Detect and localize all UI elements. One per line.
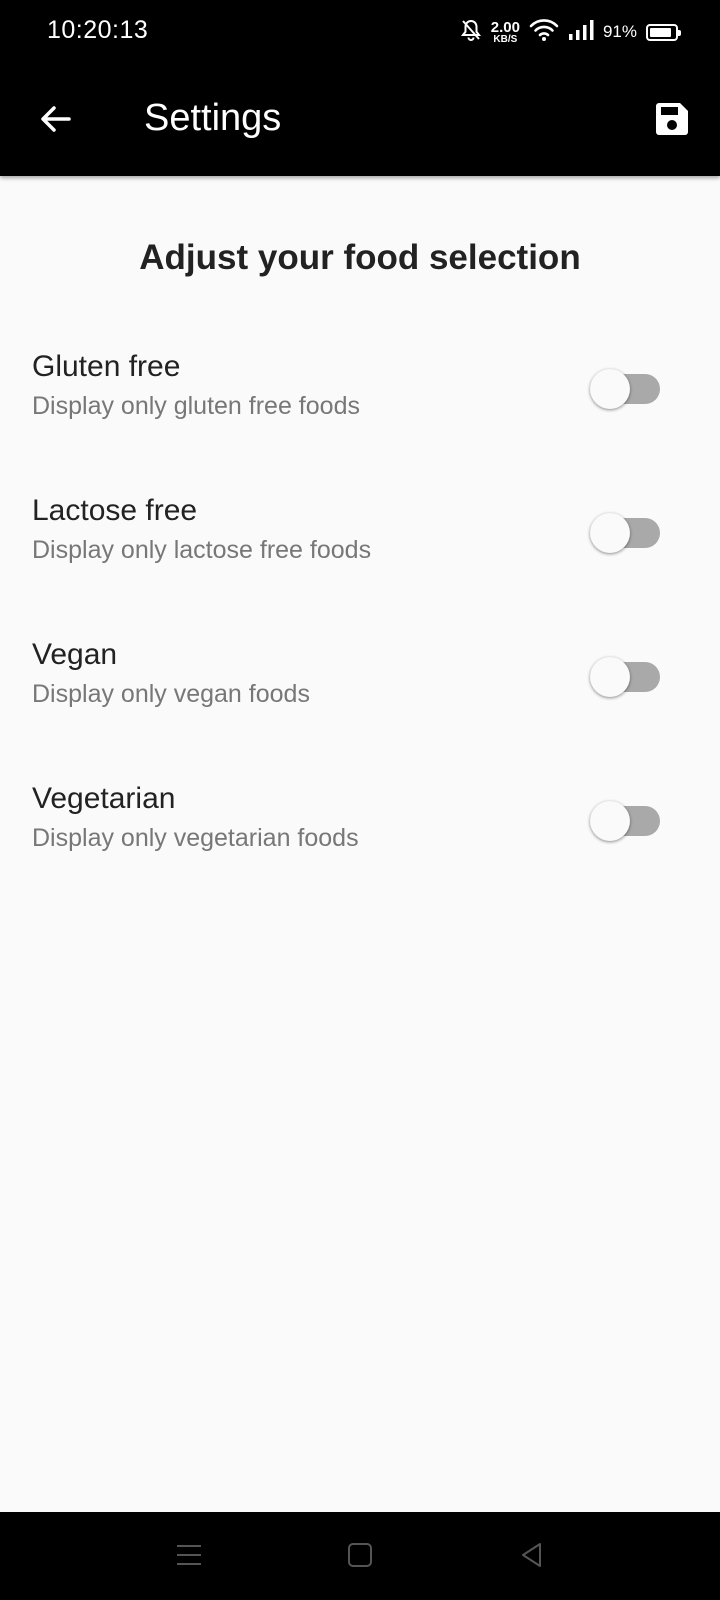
setting-subtitle: Display only vegetarian foods [32, 824, 359, 852]
arrow-left-icon [38, 101, 74, 142]
app-bar: Settings [0, 63, 720, 176]
section-heading: Adjust your food selection [139, 238, 581, 277]
nav-home-button[interactable] [335, 1532, 385, 1582]
toggle-thumb [590, 369, 630, 409]
save-button[interactable] [642, 91, 702, 151]
page-title: Settings [144, 97, 282, 139]
nav-back-button[interactable] [507, 1532, 557, 1582]
toggle-thumb [590, 657, 630, 697]
setting-title: Vegan [32, 638, 118, 671]
setting-subtitle: Display only lactose free foods [32, 536, 372, 564]
bell-off-icon [460, 18, 482, 47]
toggle-thumb [590, 801, 630, 841]
status-bar: 10:20:13 2.00 KB/S 91% [0, 0, 720, 63]
status-icons: 2.00 KB/S 91% [460, 14, 681, 50]
back-button[interactable] [26, 91, 86, 151]
setting-title: Lactose free [32, 494, 198, 527]
setting-title: Vegetarian [32, 782, 176, 815]
vegan-toggle[interactable] [590, 656, 664, 698]
setting-subtitle: Display only vegan foods [32, 680, 310, 708]
signal-icon [568, 19, 594, 46]
wifi-icon [529, 18, 559, 47]
toggle-thumb [590, 513, 630, 553]
setting-subtitle: Display only gluten free foods [32, 392, 360, 420]
home-square-icon [346, 1541, 374, 1574]
nav-menu-button[interactable] [164, 1532, 214, 1582]
back-triangle-icon [518, 1541, 546, 1574]
lactose-free-toggle[interactable] [590, 512, 664, 554]
setting-vegetarian[interactable]: Vegetarian Display only vegetarian foods [0, 782, 720, 892]
setting-gluten-free[interactable]: Gluten free Display only gluten free foo… [0, 350, 720, 460]
save-icon [653, 100, 691, 143]
vegetarian-toggle[interactable] [590, 800, 664, 842]
battery-percent: 91% [602, 22, 637, 41]
setting-vegan[interactable]: Vegan Display only vegan foods [0, 638, 720, 748]
system-nav-bar [0, 1512, 720, 1600]
net-speed-unit: KB/S [493, 33, 518, 45]
battery-fill [650, 27, 672, 37]
net-speed-indicator: 2.00 KB/S [491, 20, 520, 45]
status-time: 10:20:13 [47, 16, 149, 44]
menu-icon [175, 1541, 203, 1574]
battery-icon [646, 23, 681, 41]
gluten-free-toggle[interactable] [590, 368, 664, 410]
net-speed-value: 2.00 [490, 18, 520, 36]
setting-title: Gluten free [32, 350, 181, 383]
setting-lactose-free[interactable]: Lactose free Display only lactose free f… [0, 494, 720, 604]
